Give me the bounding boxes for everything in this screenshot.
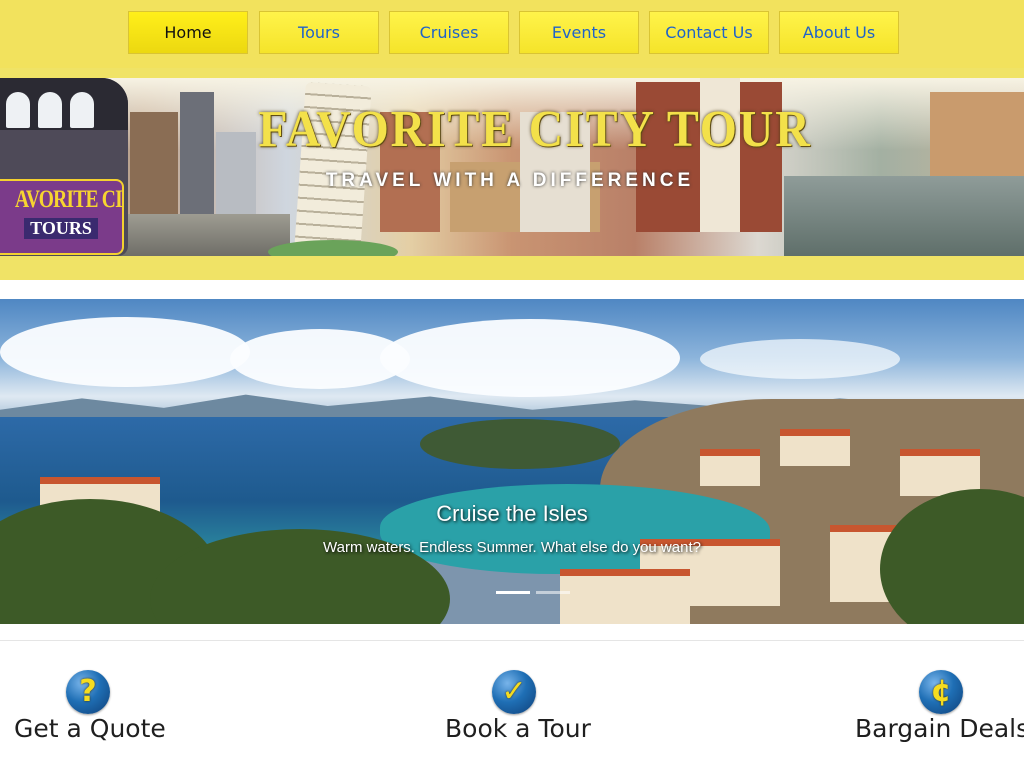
villa-image — [560, 569, 690, 624]
hero-slider[interactable]: Cruise the Isles Warm waters. Endless Su… — [0, 299, 1024, 624]
bargain-deals-link[interactable]: Bargain Deals — [855, 714, 1024, 743]
cent-icon[interactable]: ¢ — [919, 670, 963, 714]
book-tour-link[interactable]: Book a Tour — [445, 714, 591, 743]
trolley-window — [38, 92, 62, 128]
nav-cruises[interactable]: Cruises — [389, 11, 509, 54]
villa-image — [700, 449, 760, 486]
hero-title: Cruise the Isles — [436, 501, 588, 526]
trolley-window — [6, 92, 30, 128]
hero-subtitle: Warm waters. Endless Summer. What else d… — [323, 539, 701, 556]
villa-image — [780, 429, 850, 466]
nav-events[interactable]: Events — [519, 11, 639, 54]
cloud-image — [700, 339, 900, 379]
trolley-logo: AVORITE CITY TOURS — [0, 78, 128, 256]
cloud-image — [380, 319, 680, 397]
slider-indicators — [496, 591, 576, 595]
logo-text-tours: TOURS — [24, 218, 98, 239]
site-title: FAVORITE CITY TOUR — [258, 101, 812, 158]
checkmark-glyph: ✓ — [501, 674, 527, 709]
question-icon[interactable]: ? — [66, 670, 110, 714]
logo-text-main: AVORITE CITY — [15, 186, 122, 213]
top-navigation: Home Tours Cruises Events Contact Us Abo… — [0, 0, 1024, 68]
nav-tours[interactable]: Tours — [259, 11, 379, 54]
trolley-window — [70, 92, 94, 128]
slide-indicator-2[interactable] — [536, 591, 570, 594]
building-image — [180, 92, 214, 232]
nav-about-us[interactable]: About Us — [779, 11, 899, 54]
cloud-image — [0, 317, 250, 387]
site-tagline: TRAVEL WITH A DIFFERENCE — [325, 170, 695, 191]
trolley-roof — [0, 78, 128, 130]
slide-indicator-1[interactable] — [496, 591, 530, 594]
venice-canal-image — [784, 176, 1024, 256]
street-image — [120, 214, 290, 256]
get-quote-link[interactable]: Get a Quote — [14, 714, 166, 743]
island-image — [420, 419, 620, 469]
section-divider — [0, 640, 1024, 641]
cent-glyph: ¢ — [930, 674, 952, 709]
checkmark-icon[interactable]: ✓ — [492, 670, 536, 714]
lawn-image — [268, 240, 398, 256]
logo-sign: AVORITE CITY TOURS — [0, 179, 124, 255]
nav-home[interactable]: Home — [128, 11, 248, 54]
nav-contact-us[interactable]: Contact Us — [649, 11, 769, 54]
question-glyph: ? — [79, 674, 97, 709]
